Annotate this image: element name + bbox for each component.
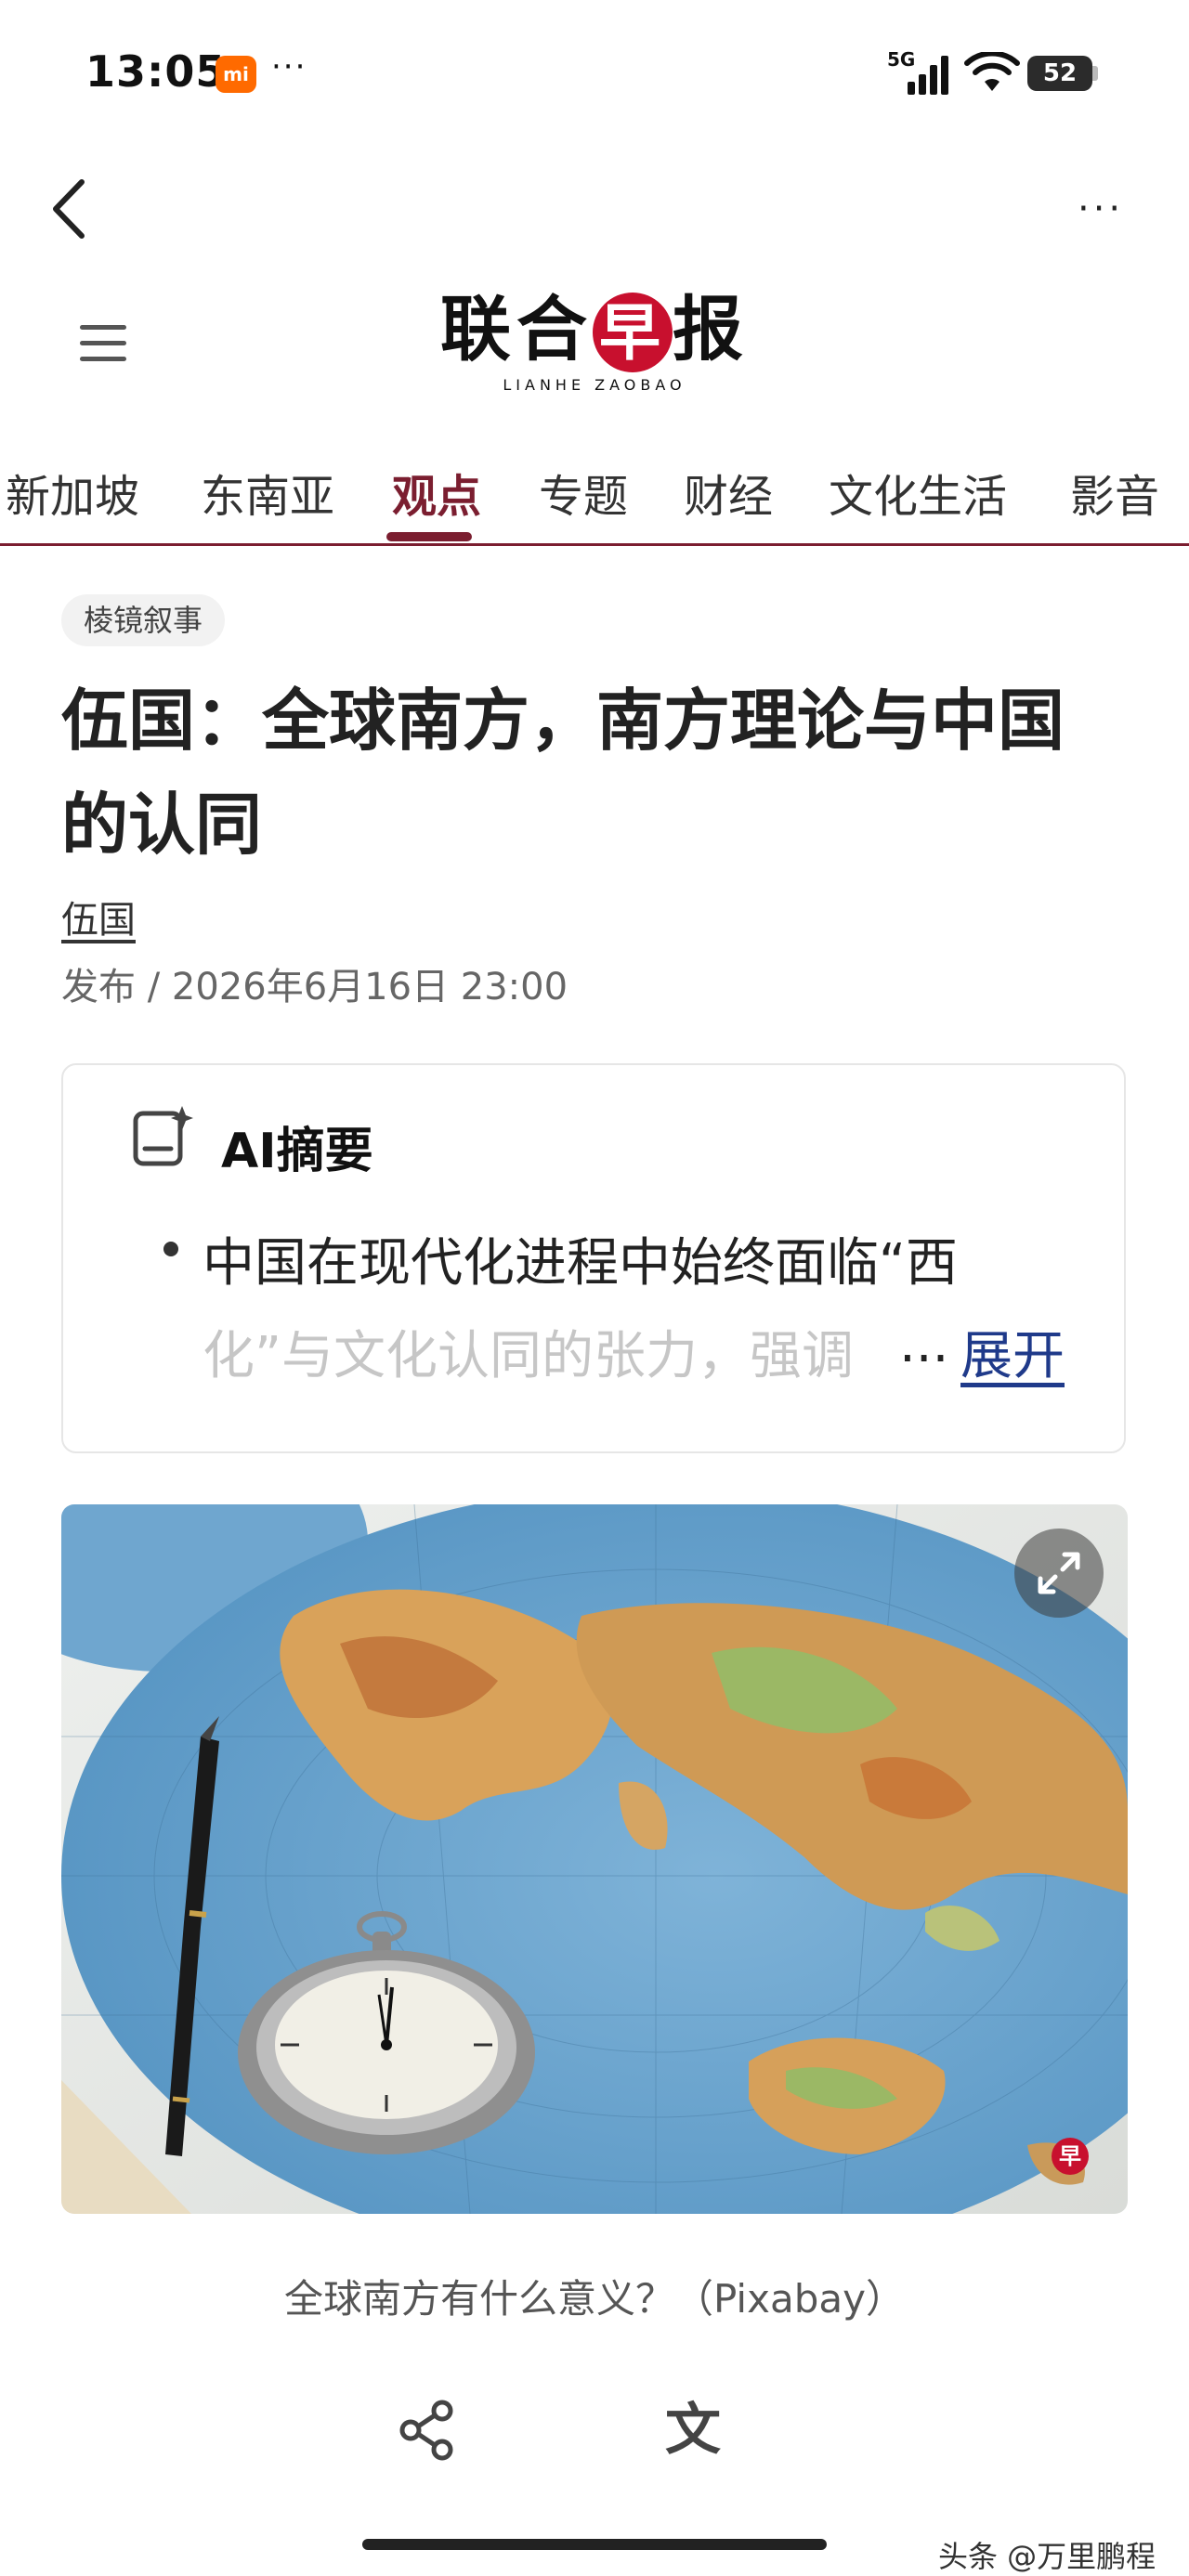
fullscreen-expand-icon[interactable]	[1014, 1529, 1104, 1618]
tab-special-topics[interactable]: 专题	[539, 460, 628, 525]
bullet	[163, 1242, 178, 1256]
battery-icon: 52	[1027, 56, 1092, 91]
section-nav: 新加坡 东南亚 观点 专题 财经 文化生活 影音	[0, 423, 1189, 546]
home-indicator[interactable]	[362, 2539, 827, 2550]
ai-summary-ellipsis: ...	[899, 1314, 949, 1374]
more-notifications-icon: ···	[271, 48, 307, 85]
tab-singapore[interactable]: 新加坡	[6, 460, 139, 525]
ai-summary-title: AI摘要	[221, 1124, 373, 1179]
ai-summary-line-2: 化”与文化认同的张力，强调	[203, 1326, 855, 1386]
logo-chinese: 联合 早报	[440, 288, 749, 372]
ai-summary-line-1: 中国在现代化进程中始终面临“西	[203, 1233, 959, 1294]
hamburger-menu-icon[interactable]	[80, 325, 132, 370]
ai-document-sparkle-icon	[133, 1106, 193, 1166]
world-map-photo	[61, 1504, 1128, 2214]
battery-cap	[1092, 66, 1098, 81]
active-tab-indicator	[386, 532, 472, 541]
article-hero-image[interactable]	[61, 1504, 1128, 2214]
chevron-left-icon	[53, 179, 85, 239]
share-icon[interactable]	[396, 2398, 461, 2463]
status-bar: 13:05 mi ··· 5G 52	[0, 0, 1189, 139]
back-button[interactable]	[43, 167, 98, 251]
signal-icon	[908, 56, 948, 95]
tab-southeast-asia[interactable]: 东南亚	[201, 460, 334, 525]
watermark: 头条 @万里鹏程	[938, 2539, 1156, 2574]
expand-summary-link[interactable]: 展开	[960, 1314, 1065, 1389]
zaobao-brand-icon: 早	[1052, 2138, 1089, 2175]
logo-english: LIANHE ZAOBAO	[503, 376, 686, 394]
image-caption: 全球南方有什么意义？（Pixabay）	[284, 2276, 905, 2322]
article-title: 伍国：全球南方，南方理论与中国的认同	[61, 682, 1065, 864]
status-time: 13:05	[85, 46, 227, 97]
tab-video[interactable]: 影音	[1070, 460, 1159, 525]
publish-date: 发布 / 2026年6月16日 23:00	[61, 966, 568, 1008]
tab-finance[interactable]: 财经	[684, 460, 773, 525]
tab-culture-life[interactable]: 文化生活	[829, 460, 1007, 525]
tab-opinion[interactable]: 观点	[392, 460, 481, 525]
more-options-button[interactable]: ···	[1078, 186, 1152, 232]
translate-icon[interactable]: 文	[665, 2398, 739, 2463]
app-notification-icon: mi	[216, 56, 256, 93]
logo-red-seal: 早	[593, 293, 673, 372]
site-logo[interactable]: 联合 早报 LIANHE ZAOBAO	[427, 288, 762, 409]
column-tag[interactable]: 棱镜叙事	[61, 594, 226, 646]
author-link[interactable]: 伍国	[61, 890, 136, 943]
wifi-icon	[964, 52, 1020, 91]
ai-summary-card: AI摘要 中国在现代化进程中始终面临“西 化”与文化认同的张力，强调 ... 展…	[61, 1063, 1126, 1453]
